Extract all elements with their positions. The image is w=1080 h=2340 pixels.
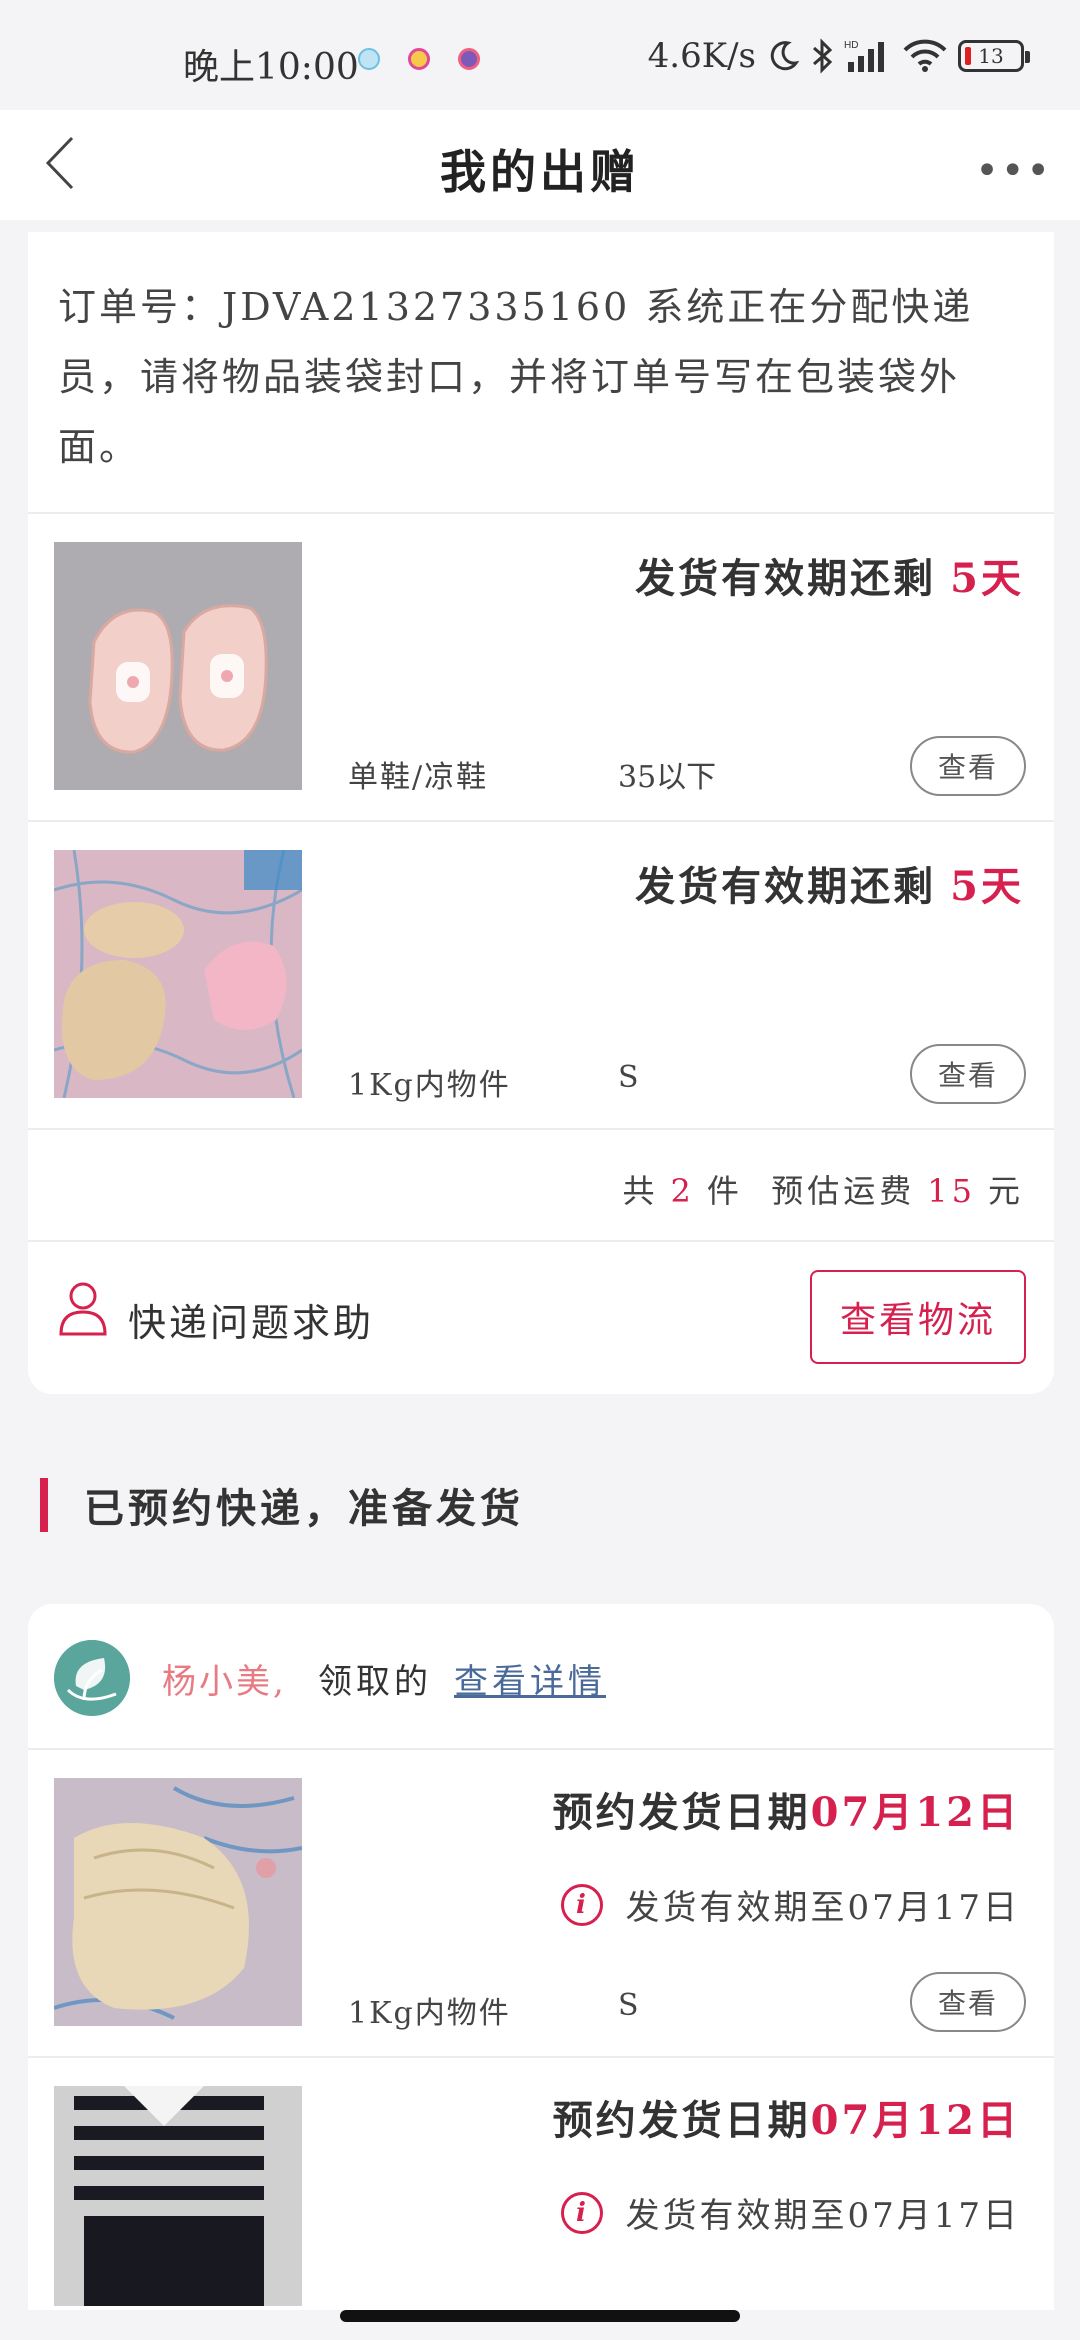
status-right: 4.6K/s HD 13 [647,36,1030,76]
battery-icon: 13 [958,40,1030,72]
ship-date-label: 预约发货日期 [552,1789,811,1836]
deadline-value: 5天 [950,863,1024,910]
section-accent-bar [40,1478,48,1532]
knit-image [54,1778,302,2026]
list-item: 预约发货日期07月12日 i 发货有效期至07月17日 1Kg内物件 S 查看 [28,1750,1054,2056]
list-item: 发货有效期还剩 5天 单鞋/凉鞋 35以下 查看 [28,514,1054,820]
view-button[interactable]: 查看 [910,1972,1026,2032]
item-count: 2 [670,1172,695,1210]
deadline-label: 发货有效期还剩 [635,863,937,910]
view-button[interactable]: 查看 [910,736,1026,796]
ship-date-value: 07月12日 [810,1789,1020,1836]
fee-unit: 元 [987,1172,1024,1210]
fee-label: 预估运费 [771,1172,916,1210]
view-details-link[interactable]: 查看详情 [454,1654,606,1703]
item-category: 单鞋/凉鞋 [348,760,489,795]
courier-help-link[interactable]: 快递问题求助 [128,1292,374,1347]
notification-icon [408,48,430,70]
item-image[interactable] [54,2086,302,2306]
nav-bar: 我的出赠 ••• [0,110,1080,220]
wifi-icon [903,39,947,72]
validity-text: 发货有效期至07月17日 [625,1888,1020,1928]
ship-date: 预约发货日期07月12日 [553,2088,1020,2146]
status-bar: 晚上10:00 4.6K/s HD 13 [0,0,1080,120]
deadline: 发货有效期还剩 5天 [635,546,1024,604]
home-indicator[interactable] [340,2310,740,2322]
receiver-text: 领取的 [318,1662,432,1702]
validity-row: i 发货有效期至07月17日 [561,2188,1020,2237]
receiver-row: 杨小美, 领取的 查看详情 [28,1604,1054,1748]
count-unit: 件 [706,1172,743,1210]
view-button[interactable]: 查看 [910,1044,1026,1104]
svg-text:HD: HD [844,40,858,51]
battery-level: 13 [978,44,1004,68]
page-title: 我的出赠 [440,145,640,199]
booked-card: 杨小美, 领取的 查看详情 预约发货日期07月12日 i 发货有效期至07月17… [28,1604,1054,2310]
notification-icon [458,48,480,70]
section-header: 已预约快递，准备发货 [40,1478,524,1532]
leaf-icon [54,1640,130,1716]
info-icon: i [561,1883,604,1926]
summary-prefix: 共 [622,1172,659,1210]
clothes-image [54,850,302,1098]
deadline: 发货有效期还剩 5天 [635,854,1024,912]
order-summary: 共2件 预估运费 15 元 [28,1130,1054,1240]
sandals-image [54,542,302,790]
item-size: S [618,1988,639,2023]
view-logistics-button[interactable]: 查看物流 [810,1270,1026,1364]
striped-shirt-image [54,2086,302,2306]
notification-icon [358,48,380,70]
help-row: 快递问题求助 查看物流 [28,1242,1054,1394]
ship-date-label: 预约发货日期 [552,2097,811,2144]
deadline-value: 5天 [950,555,1024,602]
item-image[interactable] [54,1778,302,2026]
bluetooth-icon [813,38,833,74]
ship-date: 预约发货日期07月12日 [553,1780,1020,1838]
info-icon: i [561,2191,604,2234]
signal-icon: HD [844,40,884,72]
shipping-fee: 15 [927,1172,976,1210]
item-size: S [618,1060,639,1095]
person-icon [59,1282,107,1336]
avatar[interactable] [54,1640,130,1716]
item-category: 1Kg内物件 [348,1996,511,2031]
list-item: 预约发货日期07月12日 i 发货有效期至07月17日 [28,2058,1054,2310]
item-image[interactable] [54,542,302,790]
moon-icon [770,41,800,71]
order-note: 订单号：JDVA21327335160 系统正在分配快递员，请将物品装袋封口，并… [58,285,974,469]
validity-text: 发货有效期至07月17日 [625,2196,1020,2236]
item-size: 35以下 [618,760,717,795]
item-image[interactable] [54,850,302,1098]
order-card: 订单号：JDVA21327335160 系统正在分配快递员，请将物品装袋封口，并… [28,232,1054,1394]
ship-date-value: 07月12日 [810,2097,1020,2144]
section-title: 已预约快递，准备发货 [84,1485,524,1532]
item-category: 1Kg内物件 [348,1068,511,1103]
more-button[interactable]: ••• [975,148,1052,194]
deadline-label: 发货有效期还剩 [635,555,937,602]
validity-row: i 发货有效期至07月17日 [561,1880,1020,1929]
receiver-name: 杨小美, [162,1662,287,1702]
list-item: 发货有效期还剩 5天 1Kg内物件 S 查看 [28,822,1054,1128]
network-speed: 4.6K/s [647,36,756,76]
status-time: 晚上10:00 [183,47,359,88]
